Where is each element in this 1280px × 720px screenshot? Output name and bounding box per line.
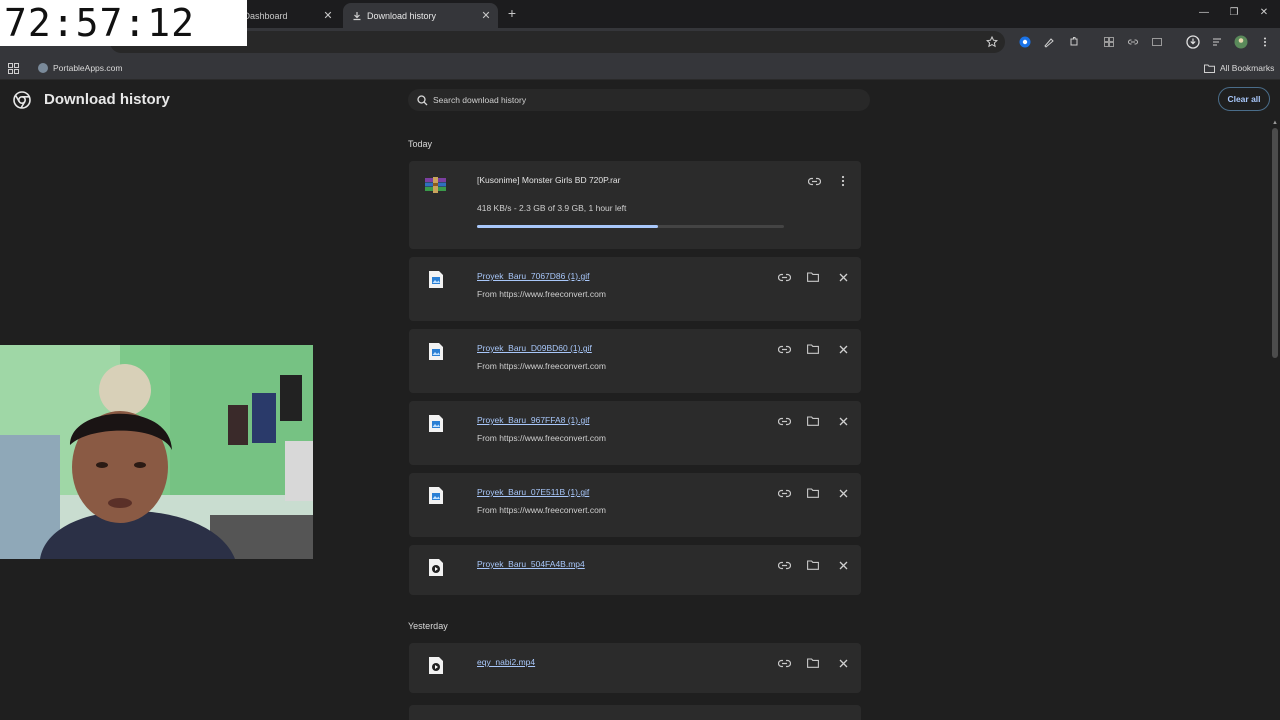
globe-icon	[38, 63, 48, 73]
star-icon[interactable]	[984, 34, 1000, 50]
image-file-icon	[429, 487, 443, 504]
bookmark-portableapps[interactable]: PortableApps.com	[38, 60, 122, 76]
tab-dashboard[interactable]: ck Dashboard ✕	[232, 3, 340, 28]
folder-icon	[1204, 64, 1215, 73]
download-icon	[351, 10, 363, 22]
webcam-person-image	[0, 345, 313, 559]
copy-link-icon[interactable]	[776, 413, 792, 429]
search-box[interactable]	[408, 89, 870, 111]
download-item: eqy_nabi2.mp4	[409, 643, 861, 693]
page-header: Download history Clear all	[0, 81, 1280, 121]
search-icon	[417, 94, 428, 105]
section-today: Today	[408, 139, 433, 149]
chrome-logo-icon	[13, 91, 31, 109]
image-file-icon	[429, 415, 443, 432]
puzzle-icon[interactable]	[1066, 34, 1082, 50]
folder-icon[interactable]	[805, 485, 821, 501]
folder-icon[interactable]	[805, 341, 821, 357]
menu-icon[interactable]	[1257, 34, 1273, 50]
remove-icon[interactable]	[835, 413, 851, 429]
video-file-icon	[429, 657, 443, 674]
remove-icon[interactable]	[835, 341, 851, 357]
timer-overlay: 72:57:12	[0, 0, 247, 46]
close-icon[interactable]: ✕	[479, 9, 493, 23]
download-source: From https://www.freeconvert.com	[477, 289, 606, 299]
grid-icon[interactable]	[1101, 34, 1117, 50]
copy-link-icon[interactable]	[776, 269, 792, 285]
minimize-icon[interactable]: —	[1196, 5, 1212, 21]
bookmark-label: PortableApps.com	[53, 63, 123, 73]
download-progress-fill	[477, 225, 659, 228]
reading-list-icon[interactable]	[1209, 34, 1225, 50]
page-title: Download history	[44, 91, 170, 108]
download-item: Proyek_Baru_07E511B (1).gif From https:/…	[409, 473, 861, 537]
extension-blue-icon[interactable]	[1017, 34, 1033, 50]
window-close-icon[interactable]: ✕	[1256, 5, 1272, 21]
more-options-icon[interactable]	[835, 173, 851, 189]
download-filename[interactable]: Proyek_Baru_07E511B (1).gif	[477, 487, 589, 497]
download-item: Proyek_Baru_967FFA8 (1).gif From https:/…	[409, 401, 861, 465]
remove-icon[interactable]	[835, 269, 851, 285]
copy-link-icon[interactable]	[776, 485, 792, 501]
avatar[interactable]	[1233, 34, 1249, 50]
download-filename[interactable]: Proyek_Baru_D09BD60 (1).gif	[477, 343, 592, 353]
folder-icon[interactable]	[805, 269, 821, 285]
folder-icon[interactable]	[805, 557, 821, 573]
remove-icon[interactable]	[835, 655, 851, 671]
download-filename: [Kusonime] Monster Girls BD 720P.rar	[477, 175, 621, 185]
scrollbar-thumb[interactable]	[1272, 128, 1278, 358]
restore-icon[interactable]: ❐	[1226, 5, 1242, 21]
download-filename[interactable]: Proyek_Baru_967FFA8 (1).gif	[477, 415, 589, 425]
remove-icon[interactable]	[835, 485, 851, 501]
download-source: From https://www.freeconvert.com	[477, 505, 606, 515]
tab-label: Download history	[367, 10, 437, 21]
download-filename[interactable]: Proyek_Baru_7067D86 (1).gif	[477, 271, 589, 281]
download-item	[409, 705, 861, 720]
remove-icon[interactable]	[835, 557, 851, 573]
bookmarks-bar: PortableApps.com All Bookmarks	[0, 56, 1280, 80]
image-file-icon	[429, 343, 443, 360]
scroll-up-icon[interactable]: ▲	[1271, 120, 1279, 128]
brush-icon[interactable]	[1041, 34, 1057, 50]
link-icon[interactable]	[1125, 34, 1141, 50]
folder-icon[interactable]	[805, 413, 821, 429]
apps-grid-icon[interactable]	[8, 60, 19, 76]
copy-link-icon[interactable]	[776, 341, 792, 357]
image-file-icon	[429, 271, 443, 288]
download-source: From https://www.freeconvert.com	[477, 361, 606, 371]
section-yesterday: Yesterday	[408, 621, 448, 631]
bookmark-label: All Bookmarks	[1220, 63, 1275, 73]
download-progress-bar	[477, 225, 784, 228]
copy-link-icon[interactable]	[806, 173, 822, 189]
scrollbar[interactable]: ▲	[1270, 120, 1280, 720]
rar-archive-icon	[425, 177, 446, 193]
download-status: 418 KB/s - 2.3 GB of 3.9 GB, 1 hour left	[477, 203, 627, 213]
copy-link-icon[interactable]	[776, 655, 792, 671]
download-item: Proyek_Baru_D09BD60 (1).gif From https:/…	[409, 329, 861, 393]
downloads-toolbar-icon[interactable]	[1185, 34, 1201, 50]
copy-link-icon[interactable]	[776, 557, 792, 573]
all-bookmarks[interactable]: All Bookmarks	[1204, 60, 1274, 76]
new-tab-button[interactable]: +	[504, 5, 520, 21]
video-file-icon	[429, 559, 443, 576]
download-item: [Kusonime] Monster Girls BD 720P.rar 418…	[409, 161, 861, 249]
webcam-overlay	[0, 345, 313, 559]
search-input[interactable]	[433, 95, 833, 105]
download-filename[interactable]: Proyek_Baru_504FA4B.mp4	[477, 559, 585, 569]
cast-icon[interactable]	[1149, 34, 1165, 50]
download-filename[interactable]: eqy_nabi2.mp4	[477, 657, 535, 667]
download-source: From https://www.freeconvert.com	[477, 433, 606, 443]
download-item: Proyek_Baru_7067D86 (1).gif From https:/…	[409, 257, 861, 321]
close-icon[interactable]: ✕	[321, 9, 335, 23]
folder-icon[interactable]	[805, 655, 821, 671]
download-item: Proyek_Baru_504FA4B.mp4	[409, 545, 861, 595]
clear-all-button[interactable]: Clear all	[1218, 87, 1270, 111]
tab-download-history[interactable]: Download history ✕	[343, 3, 498, 28]
